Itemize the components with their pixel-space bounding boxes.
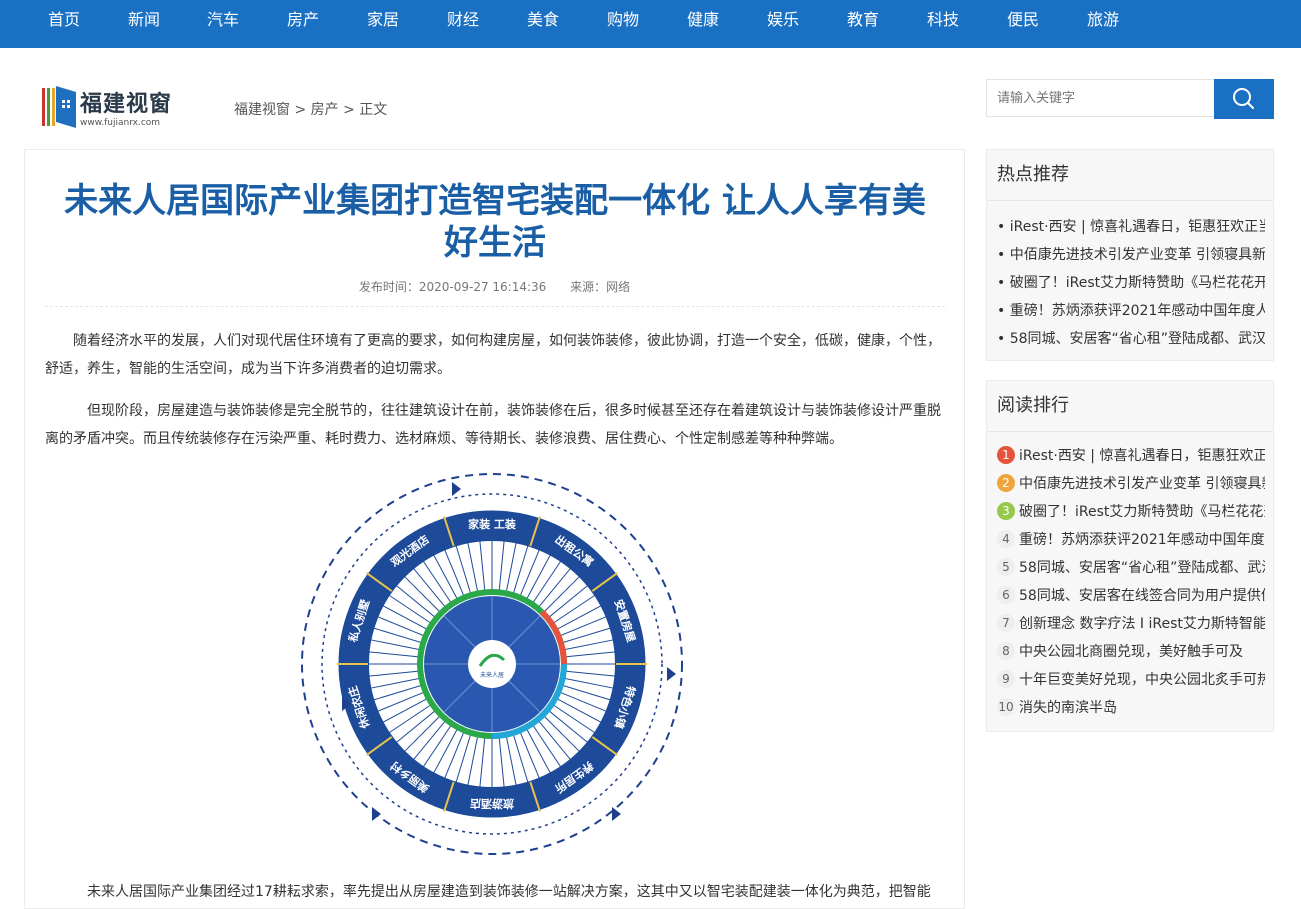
article-image-infographic: 家装 工装 出租公寓 安置房屋 特色小镇 养生居所 旅游酒店 美丽乡村 休闲农庄 私人别墅 观光… <box>265 468 705 860</box>
breadcrumb-current: 正文 <box>359 102 388 118</box>
rank-item-title: 中央公园北商圈兑现，美好触手可及 <box>1019 644 1243 660</box>
rank-number-badge: 8 <box>997 642 1015 660</box>
segment-label: 旅游酒店 <box>470 797 514 811</box>
article-paragraph: 未来人居国际产业集团经过17耕耘求索，率先提出从房屋建造到装饰装修一站解决方案，… <box>45 884 931 900</box>
rank-panel: 阅读排行 1iRest·西安 | 惊喜礼遇春日，钜惠狂欢正当时2中佰康先进技术引… <box>986 380 1274 732</box>
hot-panel: 热点推荐 • iRest·西安 | 惊喜礼遇春日，钜惠狂欢正当时 • 中佰康先进… <box>986 149 1274 361</box>
rank-number-badge: 9 <box>997 670 1015 688</box>
nav-services[interactable]: 便民 <box>1007 0 1039 40</box>
nav-entertainment[interactable]: 娱乐 <box>767 0 799 40</box>
rank-panel-title: 阅读排行 <box>987 381 1273 432</box>
hot-item[interactable]: • iRest·西安 | 惊喜礼遇春日，钜惠狂欢正当时 <box>997 216 1265 236</box>
rank-item-title: 消失的南滨半岛 <box>1019 700 1117 716</box>
nav-auto[interactable]: 汽车 <box>207 0 239 40</box>
rank-item[interactable]: 6 58同城、安居客在线签合同为用户提供便利 <box>997 585 1265 605</box>
rank-number-badge: 7 <box>997 614 1015 632</box>
rank-number-badge: 6 <box>997 586 1015 604</box>
flow-arrow-icon <box>667 667 676 681</box>
breadcrumb-section[interactable]: 房产 <box>311 102 339 118</box>
search-input[interactable] <box>986 79 1214 117</box>
flow-arrow-icon <box>612 807 621 821</box>
rank-number-badge: 10 <box>997 698 1015 716</box>
rank-item-title: 58同城、安居客“省心租”登陆成都、武汉 <box>1019 560 1265 576</box>
hot-panel-title: 热点推荐 <box>987 150 1273 201</box>
rank-item[interactable]: 7创新理念 数字疗法 I iRest艾力斯特智能按摩椅 <box>997 613 1265 633</box>
rank-item-title: 十年巨变美好兑现，中央公园北炙手可热 <box>1019 672 1265 688</box>
top-navigation: 首页 新闻 汽车 房产 家居 财经 美食 购物 健康 娱乐 教育 科技 便民 旅… <box>0 0 1301 48</box>
nav-home[interactable]: 首页 <box>48 0 80 40</box>
search-button[interactable] <box>1214 79 1274 119</box>
segment-label: 家装 工装 <box>468 517 516 531</box>
center-logo-text: 未来人居 <box>480 671 504 679</box>
breadcrumb: 福建视窗 > 房产 > 正文 <box>234 99 387 119</box>
hot-item[interactable]: • 58同城、安居客“省心租”登陆成都、武汉 <box>997 328 1265 348</box>
flow-arrow-icon <box>372 807 381 821</box>
divider <box>45 306 945 307</box>
hot-item[interactable]: • 破圈了！iRest艾力斯特赞助《马栏花花开》 <box>997 272 1265 292</box>
rank-item-title: 中佰康先进技术引发产业变革 引领寝具新潮流 <box>1019 476 1265 492</box>
rank-number-badge: 1 <box>997 446 1015 464</box>
rank-item[interactable]: 1iRest·西安 | 惊喜礼遇春日，钜惠狂欢正当时 <box>997 445 1265 465</box>
flow-arrow-icon <box>452 482 461 496</box>
logo-url: www.fujianrx.com <box>80 118 161 128</box>
nav-education[interactable]: 教育 <box>847 0 879 40</box>
article-paragraph: 随着经济水平的发展，人们对现代居住环境有了更高的要求，如何构建房屋，如何装饰装修… <box>45 333 941 377</box>
search-box <box>986 79 1274 119</box>
breadcrumb-separator: > <box>343 102 355 118</box>
rank-item[interactable]: 2中佰康先进技术引发产业变革 引领寝具新潮流 <box>997 473 1265 493</box>
hot-item[interactable]: • 中佰康先进技术引发产业变革 引领寝具新潮流 <box>997 244 1265 264</box>
rank-item[interactable]: 10 消失的南滨半岛 <box>997 697 1265 717</box>
rank-item-title: 破圈了！iRest艾力斯特赞助《马栏花花开》 <box>1019 504 1265 520</box>
rank-number-badge: 5 <box>997 558 1015 576</box>
publish-time: 发布时间：2020-09-27 16:14:36 <box>358 280 547 294</box>
rank-item-title: 58同城、安居客在线签合同为用户提供便利 <box>1019 588 1265 604</box>
rank-item-title: 创新理念 数字疗法 I iRest艾力斯特智能按摩椅 <box>1019 616 1265 632</box>
nav-health[interactable]: 健康 <box>687 0 719 40</box>
hot-item[interactable]: • 重磅！苏炳添获评2021年感动中国年度人物 <box>997 300 1265 320</box>
breadcrumb-separator: > <box>294 102 307 118</box>
rank-number-badge: 2 <box>997 474 1015 492</box>
search-icon <box>1233 88 1254 109</box>
article: 未来人居国际产业集团打造智宅装配一体化 让人人享有美好生活 发布时间：2020-… <box>24 149 965 909</box>
nav-shopping[interactable]: 购物 <box>607 0 639 40</box>
rank-item[interactable]: 8 中央公园北商圈兑现，美好触手可及 <box>997 641 1265 661</box>
infographic-wheel: 家装 工装 出租公寓安置房屋特色小镇养生居所旅游酒店美丽乡村休闲农庄私人别墅观光… <box>301 473 683 855</box>
center-logo-disc <box>468 640 516 688</box>
nav-home-furnishing[interactable]: 家居 <box>367 0 399 40</box>
nav-finance[interactable]: 财经 <box>447 0 479 40</box>
rank-item[interactable]: 3 破圈了！iRest艾力斯特赞助《马栏花花开》 <box>997 501 1265 521</box>
nav-food[interactable]: 美食 <box>527 0 559 40</box>
rank-item[interactable]: 9 十年巨变美好兑现，中央公园北炙手可热 <box>997 669 1265 689</box>
nav-travel[interactable]: 旅游 <box>1087 0 1119 40</box>
site-logo[interactable]: 福建视窗 www.fujianrx.com <box>40 82 190 132</box>
rank-number-badge: 4 <box>997 530 1015 548</box>
rank-item-title: iRest·西安 | 惊喜礼遇春日，钜惠狂欢正当时 <box>1019 448 1265 464</box>
breadcrumb-home[interactable]: 福建视窗 <box>234 102 290 118</box>
article-paragraph: 但现阶段，房屋建造与装饰装修是完全脱节的，往往建筑设计在前，装饰装修在后，很多时… <box>45 403 941 447</box>
nav-news[interactable]: 新闻 <box>128 0 160 40</box>
article-title: 未来人居国际产业集团打造智宅装配一体化 让人人享有美好生活 <box>64 181 926 263</box>
rank-item-title: 重磅！苏炳添获评2021年感动中国年度人物 <box>1019 532 1265 548</box>
logo-text: 福建视窗 <box>80 92 173 117</box>
article-meta: 发布时间：2020-09-27 16:14:36 来源：网络 <box>25 278 964 295</box>
article-source: 来源：网络 <box>570 280 631 294</box>
rank-item[interactable]: 4重磅！苏炳添获评2021年感动中国年度人物 <box>997 529 1265 549</box>
nav-realestate[interactable]: 房产 <box>287 0 319 40</box>
rank-item[interactable]: 5 58同城、安居客“省心租”登陆成都、武汉 <box>997 557 1265 577</box>
rank-number-badge: 3 <box>997 502 1015 520</box>
nav-tech[interactable]: 科技 <box>927 0 959 40</box>
